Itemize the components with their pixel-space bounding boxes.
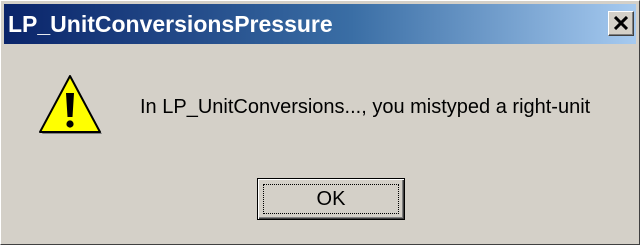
message-dialog: LP_UnitConversionsPressure In LP_UnitCon… — [0, 0, 640, 245]
close-button[interactable] — [608, 11, 634, 36]
ok-button-label: OK — [316, 188, 346, 210]
window-title: LP_UnitConversionsPressure — [8, 11, 333, 37]
close-icon — [614, 16, 628, 30]
title-bar[interactable]: LP_UnitConversionsPressure — [4, 4, 636, 44]
warning-icon — [39, 75, 102, 134]
dialog-message: In LP_UnitConversions..., you mistyped a… — [140, 96, 591, 118]
ok-button[interactable]: OK — [257, 178, 405, 220]
